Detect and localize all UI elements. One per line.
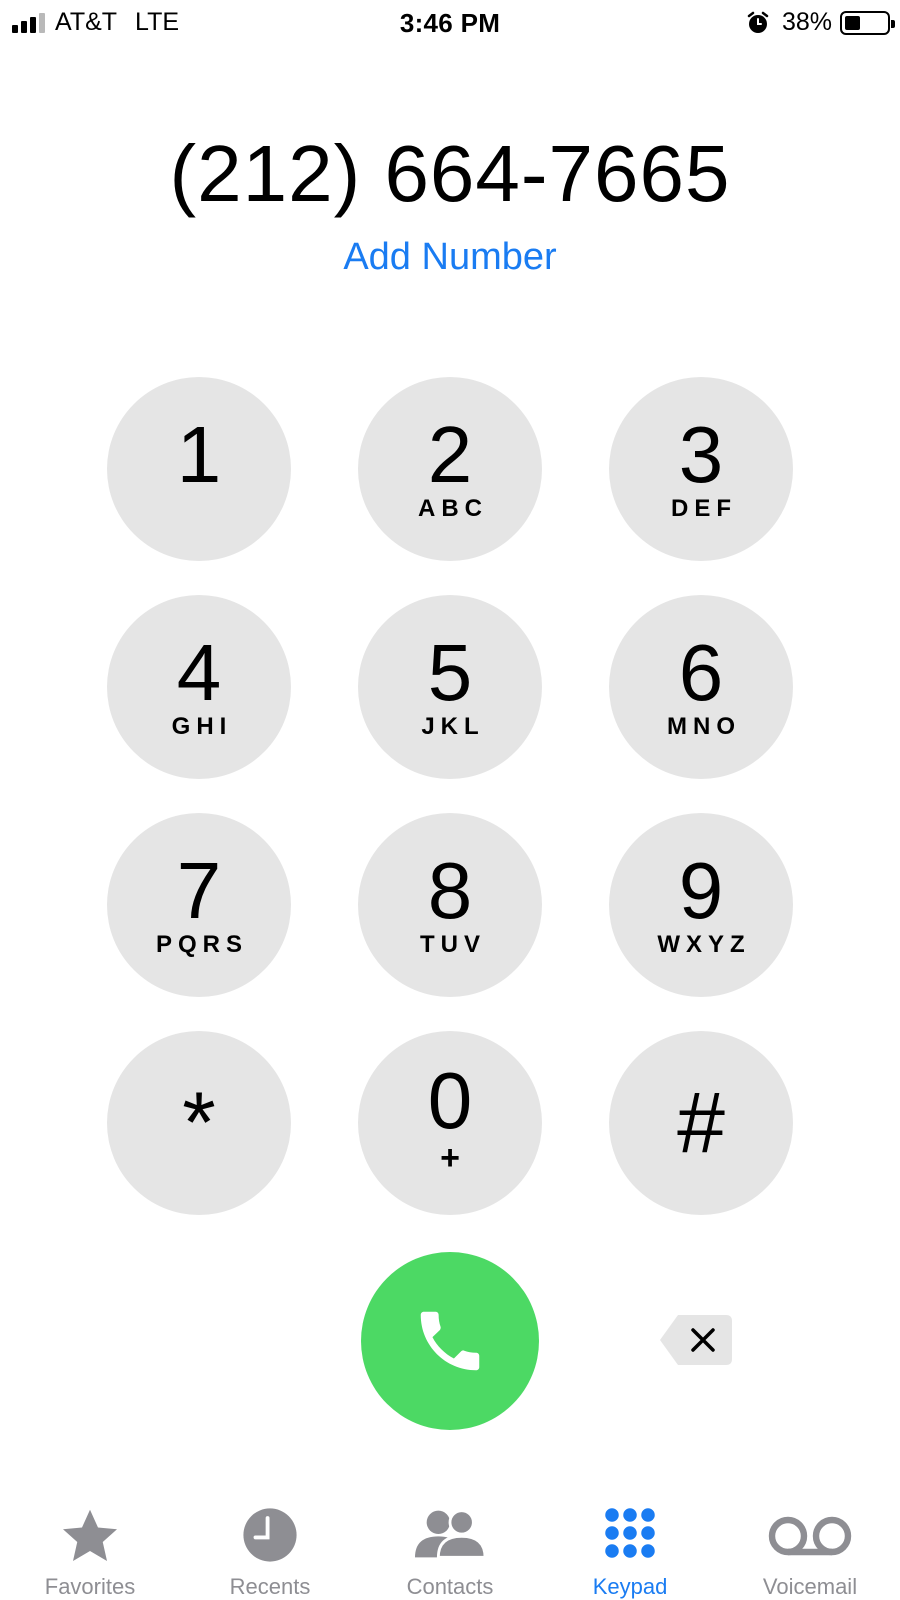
battery-icon (840, 10, 895, 35)
tab-label: Contacts (406, 1574, 494, 1599)
key-digit: 3 (678, 410, 724, 499)
backspace-icon (660, 1315, 732, 1365)
key-hash[interactable]: # (609, 1031, 793, 1215)
tab-recents[interactable]: Recents (180, 1492, 360, 1600)
tab-bar: Favorites Recents Contacts Keypad Voicem… (0, 1492, 900, 1600)
key-digit: 6 (678, 628, 724, 717)
key-9[interactable]: 9 WXYZ (609, 813, 793, 997)
battery-percentage: 38% (781, 8, 832, 36)
key-0[interactable]: 0 + (358, 1031, 542, 1215)
key-star[interactable]: * (107, 1031, 291, 1215)
key-3[interactable]: 3 DEF (609, 377, 793, 561)
key-letters: + (440, 1139, 460, 1177)
key-letters: WXYZ (657, 931, 751, 958)
key-8[interactable]: 8 TUV (358, 813, 542, 997)
voicemail-icon (768, 1516, 852, 1556)
add-number-link[interactable]: Add Number (0, 236, 900, 279)
tab-label: Favorites (44, 1574, 136, 1599)
key-digit: 0 (427, 1056, 473, 1145)
key-letters: GHI (171, 713, 233, 740)
status-bar: AT&T LTE 3:46 PM 38% (0, 0, 900, 46)
tab-label: Voicemail (762, 1574, 858, 1599)
status-right: 38% (746, 8, 895, 37)
key-letters: JKL (421, 713, 485, 740)
key-6[interactable]: 6 MNO (609, 595, 793, 779)
key-2[interactable]: 2 ABC (358, 377, 542, 561)
tab-favorites[interactable]: Favorites (0, 1492, 180, 1600)
key-7[interactable]: 7 PQRS (107, 813, 291, 997)
key-1[interactable]: 1 (107, 377, 291, 561)
phone-icon (420, 1311, 480, 1371)
key-letters: DEF (671, 495, 737, 522)
key-5[interactable]: 5 JKL (358, 595, 542, 779)
dialed-number: (212) 664-7665 (169, 129, 731, 218)
contacts-icon (415, 1509, 487, 1559)
star-icon (63, 1509, 117, 1561)
key-digit: 8 (427, 846, 473, 935)
key-digit: 7 (176, 846, 222, 935)
key-letters: ABC (418, 495, 488, 522)
key-digit: 4 (176, 628, 222, 717)
tab-label: Keypad (592, 1574, 668, 1599)
tab-label: Recents (229, 1574, 311, 1599)
tab-keypad[interactable]: Keypad (540, 1492, 720, 1600)
phone-dialer-screen: AT&T LTE 3:46 PM 38% (212) 664-7665 Add … (0, 0, 900, 1600)
key-digit: * (182, 1075, 216, 1171)
key-digit: 2 (427, 410, 473, 499)
key-digit: # (677, 1075, 725, 1171)
key-4[interactable]: 4 GHI (107, 595, 291, 779)
key-letters: MNO (667, 713, 741, 740)
call-button[interactable] (361, 1252, 539, 1430)
tab-contacts[interactable]: Contacts (360, 1492, 540, 1600)
tab-voicemail[interactable]: Voicemail (720, 1492, 900, 1600)
keypad-icon (605, 1508, 655, 1558)
key-letters: PQRS (155, 931, 248, 958)
delete-button[interactable] (658, 1313, 734, 1367)
key-digit: 9 (678, 846, 724, 935)
battery-fill (845, 15, 860, 30)
clock-icon (243, 1508, 297, 1562)
alarm-clock-icon (747, 11, 769, 33)
key-letters: TUV (420, 931, 486, 958)
key-digit: 1 (176, 410, 222, 499)
key-digit: 5 (427, 628, 473, 717)
